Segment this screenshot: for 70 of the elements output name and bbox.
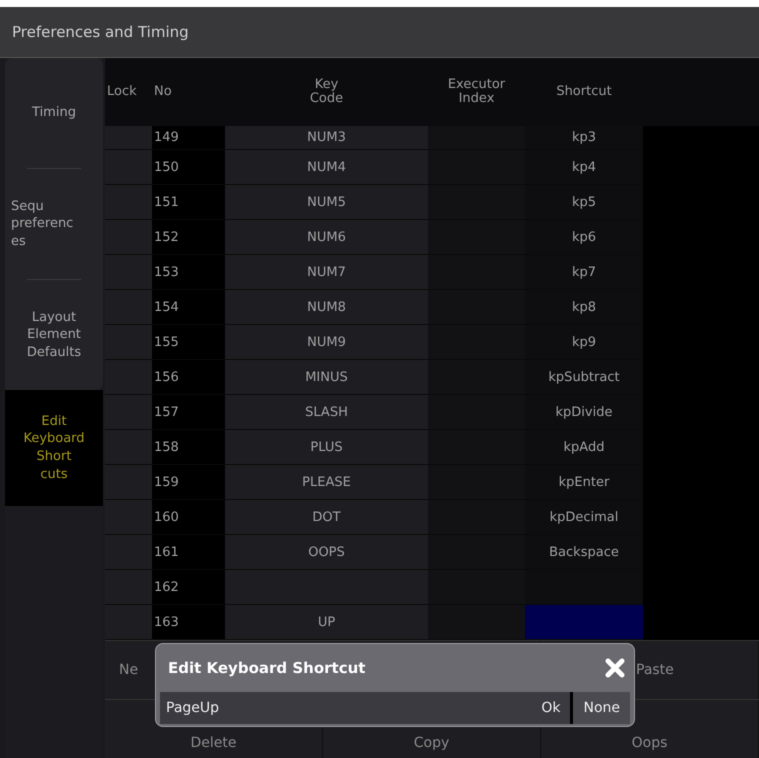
table-cell: MINUS — [225, 360, 428, 395]
table-row[interactable]: 157 SLASH kpDivide — [105, 395, 759, 430]
window-title: Preferences and Timing — [0, 7, 759, 58]
table-cell: NUM6 — [225, 220, 428, 255]
table-cell: OOPS — [225, 535, 428, 570]
column-header[interactable]: Shortcut — [525, 58, 643, 126]
shortcut-cell[interactable]: kp7 — [525, 255, 643, 290]
table-row[interactable]: 162 — [105, 570, 759, 605]
table-row[interactable]: 150 NUM4 kp4 — [105, 150, 759, 185]
table-row[interactable]: 155 NUM9 kp9 — [105, 325, 759, 360]
sidebar-tab[interactable]: Layout Element Defaults — [5, 280, 103, 390]
column-header[interactable]: No — [152, 58, 225, 126]
table-row[interactable]: 154 NUM8 kp8 — [105, 290, 759, 325]
shortcut-cell[interactable]: kp4 — [525, 150, 643, 185]
table-cell: UP — [225, 605, 428, 640]
shortcut-cell[interactable]: kp3 — [525, 126, 643, 150]
lock-cell — [105, 185, 152, 220]
shortcut-cell[interactable]: kp6 — [525, 220, 643, 255]
table-row[interactable]: 149 NUM3 kp3 — [105, 126, 759, 150]
table-cell: PLEASE — [225, 465, 428, 500]
table-row[interactable]: 160 DOT kpDecimal — [105, 500, 759, 535]
lock-cell — [105, 255, 152, 290]
lock-cell — [105, 325, 152, 360]
table-row[interactable]: 151 NUM5 kp5 — [105, 185, 759, 220]
table-cell: NUM4 — [225, 150, 428, 185]
table-cell: NUM3 — [225, 126, 428, 150]
shortcut-cell[interactable]: kp5 — [525, 185, 643, 220]
lock-cell — [105, 430, 152, 465]
lock-cell — [105, 360, 152, 395]
shortcut-cell[interactable] — [525, 570, 643, 605]
lock-cell — [105, 570, 152, 605]
shortcut-cell[interactable]: kpAdd — [525, 430, 643, 465]
shortcut-cell[interactable]: Backspace — [525, 535, 643, 570]
lock-cell — [105, 465, 152, 500]
sidebar-tab[interactable]: Edit Keyboard Short cuts — [5, 390, 103, 506]
shortcut-cell[interactable]: kpDivide — [525, 395, 643, 430]
column-header[interactable]: Lock — [105, 58, 152, 126]
shortcut-cell[interactable]: kp8 — [525, 290, 643, 325]
table-cell: PLUS — [225, 430, 428, 465]
dialog-title: Edit Keyboard Shortcut — [168, 659, 366, 677]
sidebar-tab[interactable]: Sequ preferenc es — [5, 169, 103, 279]
column-header[interactable]: Key Code — [225, 58, 428, 126]
lock-cell — [105, 290, 152, 325]
table-cell: NUM9 — [225, 325, 428, 360]
table-cell: NUM8 — [225, 290, 428, 325]
lock-cell — [105, 535, 152, 570]
close-icon[interactable] — [604, 657, 626, 679]
shortcut-cell[interactable]: kp9 — [525, 325, 643, 360]
table-cell: SLASH — [225, 395, 428, 430]
lock-cell — [105, 220, 152, 255]
shortcut-cell[interactable]: kpSubtract — [525, 360, 643, 395]
shortcut-cell[interactable]: kpDecimal — [525, 500, 643, 535]
table-row[interactable]: 152 NUM6 kp6 — [105, 220, 759, 255]
shortcut-cell[interactable]: kpEnter — [525, 465, 643, 500]
table-cell: DOT — [225, 500, 428, 535]
table-row[interactable]: 153 NUM7 kp7 — [105, 255, 759, 290]
shortcut-cell[interactable] — [525, 605, 643, 640]
lock-cell — [105, 150, 152, 185]
table-cell: NUM7 — [225, 255, 428, 290]
lock-cell — [105, 395, 152, 430]
column-header[interactable]: Executor Index — [428, 58, 525, 126]
lock-cell — [105, 500, 152, 535]
table-cell: NUM5 — [225, 185, 428, 220]
table-row[interactable]: 158 PLUS kpAdd — [105, 430, 759, 465]
dialog-button[interactable]: None — [573, 692, 630, 724]
table-row[interactable]: 156 MINUS kpSubtract — [105, 360, 759, 395]
sidebar-tab[interactable]: Timing — [5, 58, 103, 168]
table-row[interactable]: 161 OOPS Backspace — [105, 535, 759, 570]
table-row[interactable]: 159 PLEASE kpEnter — [105, 465, 759, 500]
table-row[interactable]: 163 UP — [105, 605, 759, 640]
